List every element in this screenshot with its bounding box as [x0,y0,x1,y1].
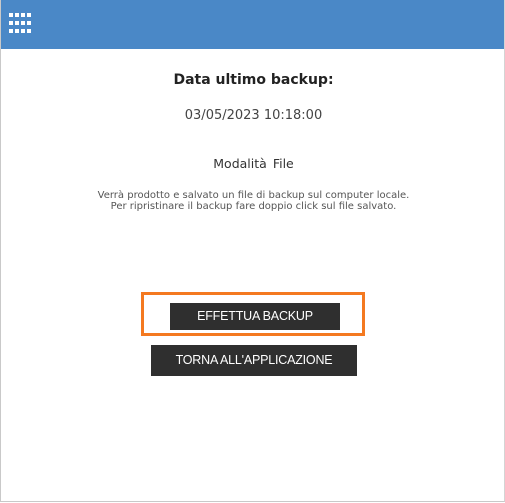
backup-window: Data ultimo backup: 03/05/2023 10:18:00 … [0,0,505,502]
torna-applicazione-button[interactable]: TORNA ALL'APPLICAZIONE [151,345,357,376]
description-line-1: Verrà prodotto e salvato un file di back… [97,190,410,201]
mode-label: Modalità [213,156,267,171]
app-grid-icon[interactable] [9,13,33,34]
description-line-2: Per ripristinare il backup fare doppio c… [110,201,397,212]
backup-description: Verrà prodotto e salvato un file di back… [1,190,504,212]
effettua-backup-button[interactable]: EFFETTUA BACKUP [170,303,340,330]
header-bar [1,0,504,49]
backup-title: Data ultimo backup: [173,72,334,88]
last-backup-date: 03/05/2023 10:18:00 [184,108,323,123]
backup-mode: Modalità File [1,156,504,171]
mode-value: File [272,156,294,171]
